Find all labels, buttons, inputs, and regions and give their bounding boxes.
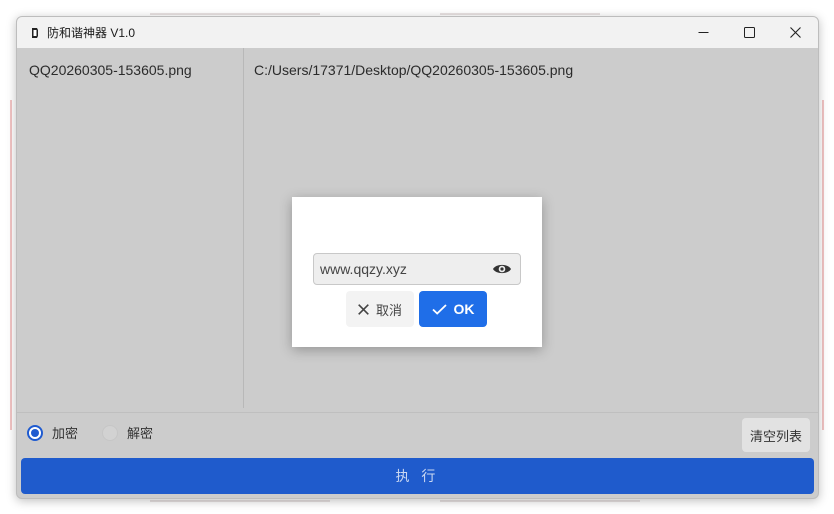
encrypt-label[interactable]: 加密 xyxy=(52,423,78,442)
x-icon xyxy=(358,303,369,315)
execute-button[interactable]: 执 行 xyxy=(21,458,814,494)
clear-list-button[interactable]: 清空列表 xyxy=(742,418,810,452)
encrypt-radio[interactable] xyxy=(27,424,43,441)
password-dialog: 取消 OK xyxy=(292,197,542,347)
close-button[interactable] xyxy=(772,17,818,48)
cancel-label: 取消 xyxy=(375,302,402,318)
file-list-item[interactable]: QQ20260305-153605.png xyxy=(29,62,192,78)
background-strip xyxy=(150,13,320,15)
password-field[interactable] xyxy=(313,253,521,285)
decrypt-radio[interactable] xyxy=(102,424,119,441)
ok-button[interactable]: OK xyxy=(419,291,487,327)
title-bar[interactable]: 防和谐神器 V1.0 xyxy=(17,17,818,48)
window-title: 防和谐神器 V1.0 xyxy=(47,26,136,40)
maximize-button[interactable] xyxy=(726,17,772,48)
window-controls xyxy=(680,17,818,48)
app-icon xyxy=(29,27,41,39)
eye-icon[interactable] xyxy=(490,257,514,281)
file-path: C:/Users/17371/Desktop/QQ20260305-153605… xyxy=(254,62,574,78)
background-strip xyxy=(150,500,330,502)
mode-selector: 加密 解密 xyxy=(27,423,177,442)
file-list[interactable]: QQ20260305-153605.png xyxy=(17,48,244,408)
minimize-button[interactable] xyxy=(680,17,726,48)
decrypt-label[interactable]: 解密 xyxy=(127,423,153,442)
background-edge xyxy=(10,100,12,430)
minimize-icon xyxy=(698,32,708,33)
ok-label: OK xyxy=(453,301,475,317)
divider xyxy=(17,412,818,413)
close-icon xyxy=(789,27,801,38)
background-strip xyxy=(440,13,600,15)
background-edge xyxy=(822,100,824,430)
password-input[interactable] xyxy=(314,260,490,278)
maximize-icon xyxy=(743,27,755,38)
check-icon xyxy=(431,303,447,315)
cancel-button[interactable]: 取消 xyxy=(346,291,414,327)
dialog-buttons: 取消 OK xyxy=(346,291,487,327)
background-strip xyxy=(440,500,640,502)
